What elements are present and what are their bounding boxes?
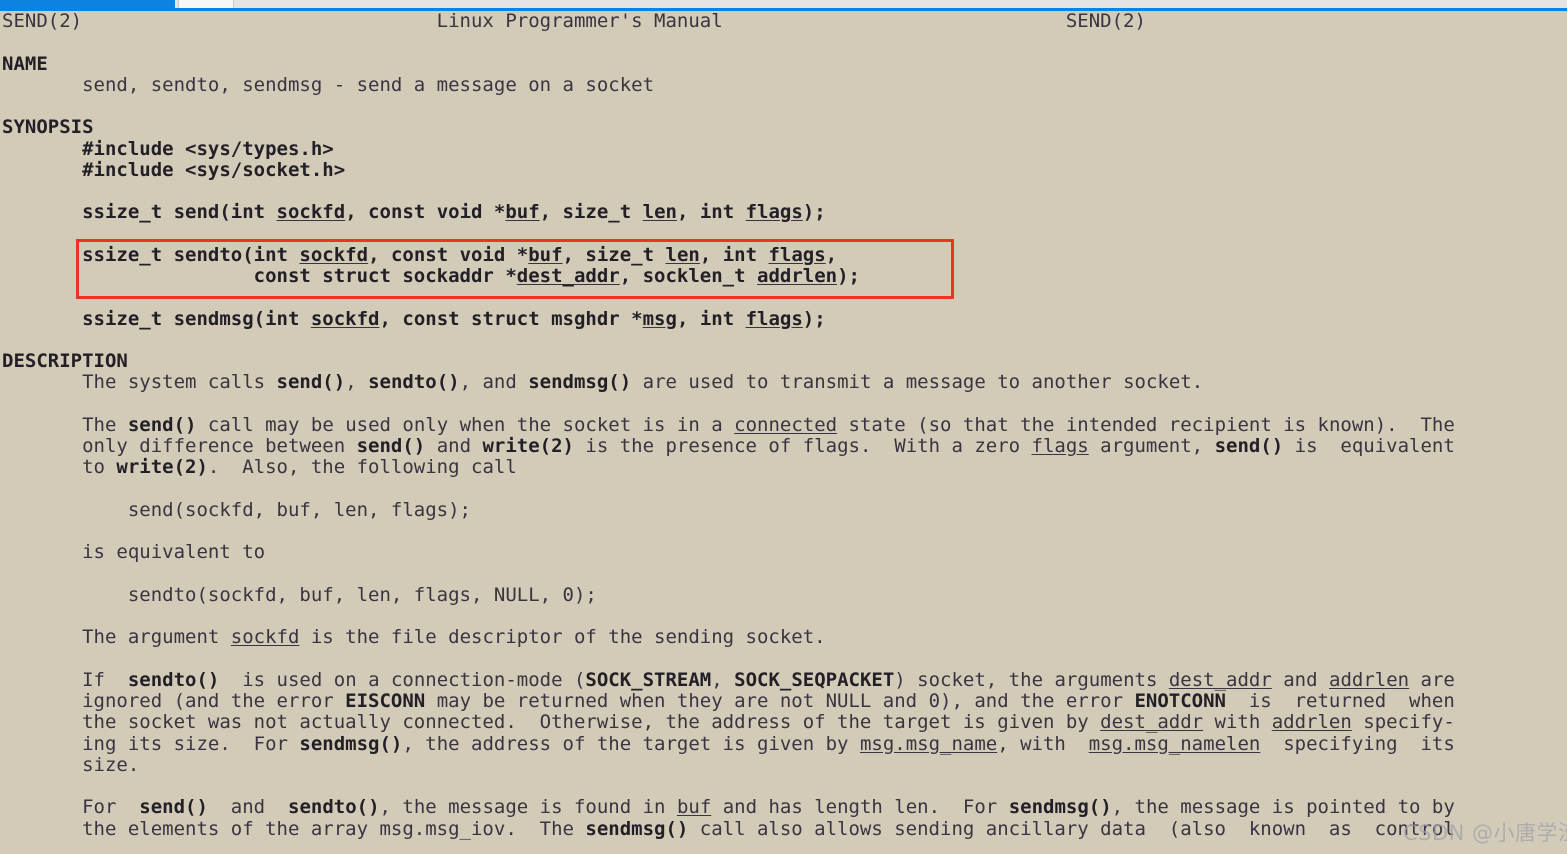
man-line-23: send(sockfd, buf, len, flags);	[2, 498, 471, 521]
man-line-19: The send() call may be used only when th…	[2, 413, 1455, 436]
man-line-8	[0, 181, 1567, 202]
man-line-24	[0, 521, 1567, 542]
man-line-35: size.	[2, 753, 140, 776]
man-line-22	[0, 479, 1567, 500]
man-line-31: If sendto() is used on a connection-mode…	[2, 668, 1455, 691]
man-line-32: ignored (and the error EISCONN may be re…	[2, 690, 1455, 712]
man-line-29: The argument sockfd is the file descript…	[2, 626, 826, 649]
man-line-14: ssize_t sendmsg(int sockfd, const struct…	[2, 307, 826, 330]
man-line-13	[0, 287, 1567, 308]
man-line-11: ssize_t sendto(int sockfd, const void *b…	[2, 243, 838, 266]
man-line-37: For send() and sendto(), the message is …	[2, 796, 1455, 819]
man-line-30	[0, 649, 1567, 670]
man-line-0: SEND(2) Linux Programmer's Manual SEND(2…	[2, 10, 1146, 32]
man-line-16: DESCRIPTION	[2, 350, 128, 372]
man-line-33: the socket was not actually connected. O…	[2, 711, 1455, 734]
man-line-36	[0, 776, 1567, 797]
terminal-window[interactable]: SEND(2) Linux Programmer's Manual SEND(2…	[0, 10, 1567, 854]
man-line-9: ssize_t send(int sockfd, const void *buf…	[2, 201, 826, 224]
man-line-5: SYNOPSIS	[2, 116, 94, 139]
man-line-7: #include <sys/socket.h>	[2, 158, 346, 181]
man-line-2: NAME	[2, 52, 48, 75]
man-line-3: send, sendto, sendmsg - send a message o…	[2, 73, 655, 96]
man-line-6: #include <sys/types.h>	[2, 137, 334, 160]
man-line-15	[0, 330, 1567, 351]
man-line-12: const struct sockaddr *dest_addr, sockle…	[2, 265, 860, 287]
man-line-27: sendto(sockfd, buf, len, flags, NULL, 0)…	[2, 583, 597, 606]
man-line-4	[0, 96, 1567, 117]
man-line-26	[0, 564, 1567, 585]
man-line-38: the elements of the array msg.msg_iov. T…	[2, 817, 1455, 840]
man-page-content: SEND(2) Linux Programmer's Manual SEND(2…	[0, 10, 1567, 840]
man-line-10	[0, 224, 1567, 245]
man-line-17: The system calls send(), sendto(), and s…	[2, 371, 1204, 394]
man-line-18	[0, 394, 1567, 415]
man-line-34: ing its size. For sendmsg(), the address…	[2, 732, 1455, 755]
man-line-20: only difference between send() and write…	[2, 435, 1455, 457]
man-line-1	[0, 32, 1567, 53]
man-line-28	[0, 606, 1567, 627]
man-line-25: is equivalent to	[2, 541, 266, 564]
man-line-21: to write(2). Also, the following call	[2, 456, 517, 479]
